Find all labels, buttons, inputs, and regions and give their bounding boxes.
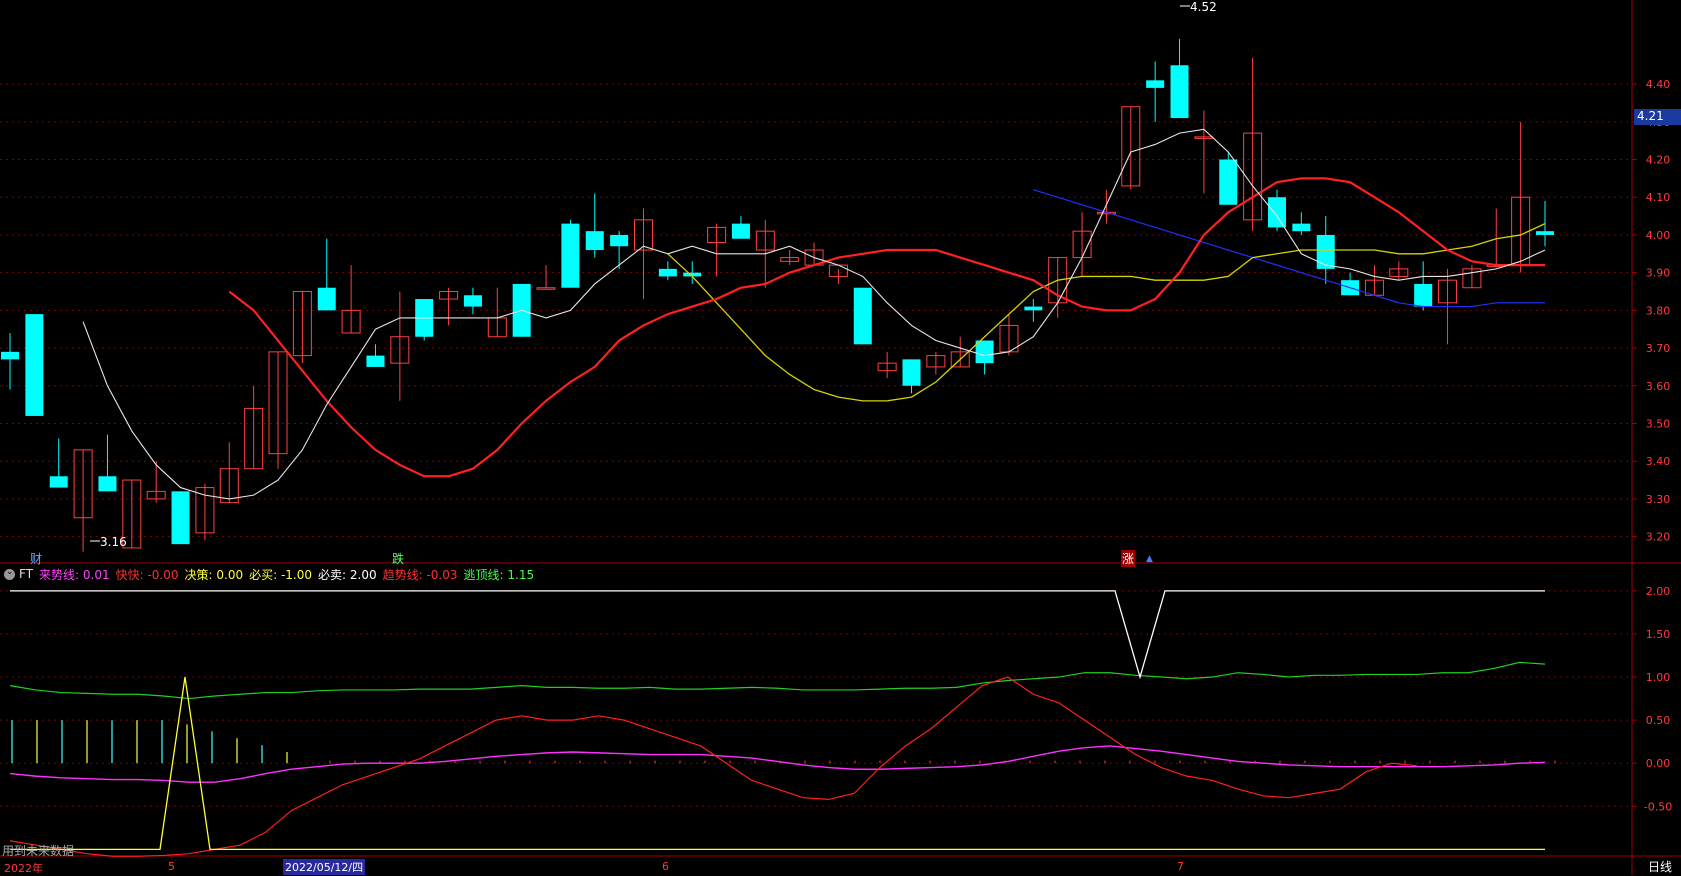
candle-body — [1, 351, 19, 360]
candle-body — [1170, 65, 1189, 119]
high-label: 4.52 — [1190, 0, 1217, 14]
future-data-note: 用到未来数据 — [2, 844, 75, 858]
indicator-tick-label: 0.50 — [1646, 714, 1671, 727]
legend-item: 逃顶线: 1.15 — [463, 567, 535, 582]
legend-item: 必买: -1.00 — [249, 567, 313, 582]
stock-chart-window: 4.404.304.204.104.003.903.803.703.603.50… — [0, 0, 1681, 875]
candle-body — [1267, 197, 1286, 228]
candle-body — [1414, 283, 1433, 307]
price-tick-label: 3.40 — [1646, 455, 1671, 468]
indicator-tick-label: 1.50 — [1646, 628, 1671, 641]
candle-body — [853, 287, 872, 345]
candle-body — [1146, 80, 1165, 88]
candle-body — [25, 314, 44, 416]
indicator-tick-label: 0.00 — [1646, 757, 1671, 770]
low-label: 3.16 — [100, 535, 127, 549]
candle-body — [585, 231, 604, 251]
date-jun: 6 — [662, 860, 669, 873]
kline-chart[interactable]: 4.404.304.204.104.003.903.803.703.603.50… — [0, 0, 1681, 875]
candle-body — [731, 223, 750, 239]
alert-icon[interactable]: ▲ — [1146, 554, 1153, 564]
indicator-tick-label: 1.00 — [1646, 671, 1671, 684]
price-tick-label: 3.50 — [1646, 417, 1671, 430]
candle-body — [171, 491, 190, 545]
legend-items: 来势线: 0.01 快快: -0.00 决策: 0.00 必买: -1.00 必卖: 2… — [39, 566, 540, 583]
candle-body — [366, 355, 385, 367]
candle-body — [902, 359, 921, 386]
legend-item: 快快: -0.00 — [115, 567, 179, 582]
price-tick-label: 4.20 — [1646, 154, 1671, 167]
candle-body — [975, 340, 994, 364]
current-price-tag: 4.21 — [1634, 109, 1681, 125]
legend-item: 趋势线: -0.03 — [382, 567, 458, 582]
date-year: 2022年 — [4, 862, 43, 875]
indicator-name[interactable]: FT — [19, 567, 33, 581]
marker-cai[interactable]: 财 — [30, 550, 42, 567]
candle-body — [536, 287, 556, 290]
price-tick-label: 4.10 — [1646, 191, 1671, 204]
escape-top-line — [9, 661, 1546, 700]
price-tick-label: 4.40 — [1646, 78, 1671, 91]
price-tick-label: 3.90 — [1646, 267, 1671, 280]
candle-body — [561, 223, 580, 288]
candle-body — [317, 287, 336, 311]
price-tick-label: 3.80 — [1646, 304, 1671, 317]
candle-body — [1024, 306, 1043, 311]
legend-item: 来势线: 0.01 — [39, 567, 110, 582]
legend-item: 决策: 0.00 — [184, 567, 244, 582]
trend-line — [9, 676, 1418, 857]
candle-body — [1536, 231, 1554, 235]
trend-come-line — [9, 745, 1546, 783]
indicator-legend: ⌄ FT 来势线: 0.01 快快: -0.00 决策: 0.00 必买: -1.00… — [0, 565, 542, 583]
price-tick-label: 3.70 — [1646, 342, 1671, 355]
candle-body — [1316, 234, 1335, 269]
marker-die[interactable]: 跌 — [392, 550, 404, 567]
ma60-line — [1033, 189, 1545, 308]
period-label[interactable]: 日线 — [1648, 858, 1672, 875]
price-tick-label: 4.00 — [1646, 229, 1671, 242]
candle-body — [49, 476, 68, 488]
candle-body — [463, 295, 482, 307]
candle-body — [658, 268, 677, 277]
candle-body — [1219, 159, 1238, 205]
price-tick-label: 3.30 — [1646, 493, 1671, 506]
date-may: 5 — [168, 860, 175, 873]
marker-zhang[interactable]: 涨 — [1121, 550, 1136, 567]
candle-body — [1292, 223, 1311, 232]
collapse-icon[interactable]: ⌄ — [4, 567, 15, 580]
date-jul: 7 — [1177, 860, 1184, 873]
indicator-tick-label: -0.50 — [1644, 800, 1672, 813]
indicator-tick-label: 2.00 — [1646, 585, 1671, 598]
candle-body — [98, 476, 117, 492]
price-tick-label: 3.20 — [1646, 531, 1671, 544]
date-cursor: 2022/05/12/四 — [283, 859, 366, 875]
legend-item: 必卖: 2.00 — [318, 567, 377, 582]
candle-body — [610, 234, 629, 247]
price-tick-label: 3.60 — [1646, 380, 1671, 393]
